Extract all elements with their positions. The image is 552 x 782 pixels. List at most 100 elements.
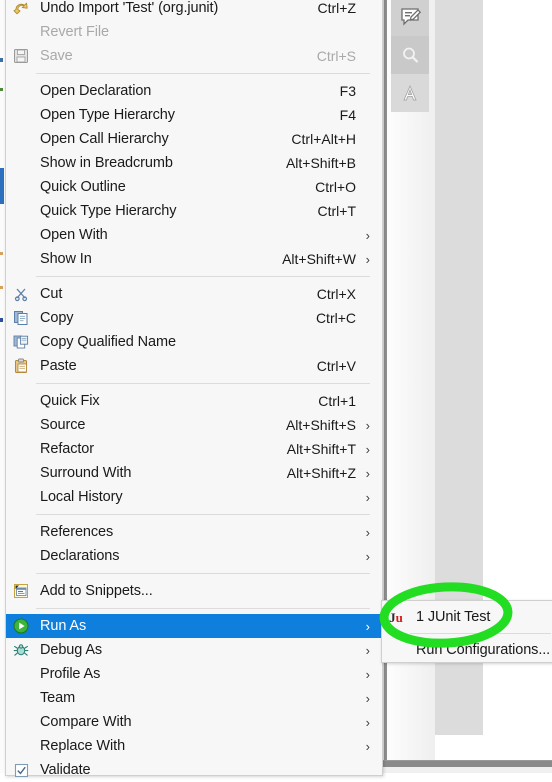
menu-item-label: Source (40, 417, 86, 433)
no-icon (6, 437, 36, 461)
no-icon (382, 638, 410, 662)
menu-item-label: Show In (40, 251, 92, 267)
menu-item-accelerator: Ctrl+X (316, 286, 356, 302)
menu-item-source[interactable]: Source Alt+Shift+S › (6, 413, 382, 437)
menu-separator (36, 73, 370, 74)
menu-item-label: Cut (40, 286, 63, 302)
menu-item-label: References (40, 524, 114, 540)
menu-separator (36, 276, 370, 277)
menu-item-copy[interactable]: CopyCtrl+C› (6, 306, 382, 330)
run-as-submenu[interactable]: Ju1 JUnit Test› Run Configurations...› (381, 600, 552, 663)
menu-item-label: Add to Snippets... (40, 583, 153, 599)
debug-bug-icon (6, 638, 36, 662)
menu-item-undo-import-test-org-junit[interactable]: Undo Import 'Test' (org.junit)Ctrl+Z› (6, 0, 382, 20)
menu-item-label: Quick Fix (40, 393, 100, 409)
menu-item-save: SaveCtrl+S› (6, 44, 382, 68)
menu-item-label: Show in Breadcrumb (40, 155, 173, 171)
menu-item-label: Copy (40, 310, 74, 326)
menu-item-compare-with[interactable]: Compare With › (6, 710, 382, 734)
menu-item-open-type-hierarchy[interactable]: Open Type HierarchyF4› (6, 103, 382, 127)
menu-item-replace-with[interactable]: Replace With › (6, 734, 382, 758)
menu-item-accelerator: F3 (339, 83, 356, 99)
menu-item-validate[interactable]: Validate› (6, 758, 382, 782)
menu-item-accelerator: Ctrl+Z (317, 0, 357, 16)
no-icon (6, 520, 36, 544)
chevron-right-icon: › (365, 465, 370, 481)
menu-item-profile-as[interactable]: Profile As › (6, 662, 382, 686)
menu-item-label: Quick Type Hierarchy (40, 203, 177, 219)
no-icon (6, 175, 36, 199)
menu-item-revert-file: Revert File› (6, 20, 382, 44)
menu-item-accelerator: Ctrl+V (316, 358, 356, 374)
menu-item-label: Debug As (40, 642, 103, 658)
menu-item-add-to-snippets[interactable]: Add to Snippets...› (6, 579, 382, 603)
editor-annotation-tick (0, 318, 3, 322)
no-icon (6, 247, 36, 271)
menu-item-accelerator: F4 (339, 107, 356, 123)
annotate-tool-button[interactable] (391, 0, 429, 36)
editor-annotation-tick (0, 58, 3, 62)
no-icon (6, 485, 36, 509)
chevron-right-icon: › (365, 642, 370, 658)
menu-item-accelerator: Alt+Shift+W (282, 251, 356, 267)
menu-item-label: Validate (40, 762, 91, 778)
menu-item-label: Local History (40, 489, 123, 505)
no-icon (6, 461, 36, 485)
menu-item-local-history[interactable]: Local History › (6, 485, 382, 509)
menu-separator (36, 608, 370, 609)
menu-item-accelerator: Alt+Shift+T (286, 441, 356, 457)
menu-item-declarations[interactable]: Declarations › (6, 544, 382, 568)
menu-item-open-call-hierarchy[interactable]: Open Call HierarchyCtrl+Alt+H› (6, 127, 382, 151)
chevron-right-icon: › (365, 417, 370, 433)
menu-item-label: Quick Outline (40, 179, 126, 195)
menu-item-paste[interactable]: PasteCtrl+V› (6, 354, 382, 378)
text-tool-button[interactable] (391, 74, 429, 112)
menu-item-label: Undo Import 'Test' (org.junit) (40, 0, 219, 16)
text-a-icon (399, 82, 421, 104)
undo-arrow-icon (6, 0, 36, 20)
menu-item-label: Surround With (40, 465, 132, 481)
menu-item-debug-as[interactable]: Debug As › (6, 638, 382, 662)
snippets-icon (6, 579, 36, 603)
chevron-right-icon: › (365, 548, 370, 564)
editor-annotation-tick (0, 286, 3, 289)
no-icon (6, 734, 36, 758)
editor-annotation-tick (0, 252, 3, 255)
menu-item-quick-fix[interactable]: Quick FixCtrl+1› (6, 389, 382, 413)
chevron-right-icon: › (365, 690, 370, 706)
menu-item-quick-type-hierarchy[interactable]: Quick Type HierarchyCtrl+T› (6, 199, 382, 223)
menu-item-quick-outline[interactable]: Quick OutlineCtrl+O› (6, 175, 382, 199)
menu-item-open-declaration[interactable]: Open DeclarationF3› (6, 79, 382, 103)
editor-selection-marker (0, 168, 4, 204)
menu-item-show-in-breadcrumb[interactable]: Show in BreadcrumbAlt+Shift+B› (6, 151, 382, 175)
menu-item-references[interactable]: References › (6, 520, 382, 544)
menu-item-cut[interactable]: CutCtrl+X› (6, 282, 382, 306)
context-menu[interactable]: Undo Import 'Test' (org.junit) Ctrl+Z › Rev… (5, 0, 383, 778)
menu-item-show-in[interactable]: Show In Alt+Shift+W › (6, 247, 382, 271)
no-icon (6, 710, 36, 734)
menu-item-surround-with[interactable]: Surround With Alt+Shift+Z › (6, 461, 382, 485)
menu-item-team[interactable]: Team › (6, 686, 382, 710)
chevron-right-icon: › (365, 441, 370, 457)
menu-item-1-junit-test[interactable]: Ju1 JUnit Test› (382, 604, 552, 630)
menu-item-accelerator: Ctrl+O (315, 179, 356, 195)
no-icon (6, 199, 36, 223)
no-icon (6, 151, 36, 175)
menu-item-label: Paste (40, 358, 77, 374)
menu-item-open-with[interactable]: Open With › (6, 223, 382, 247)
menu-item-label: Copy Qualified Name (40, 334, 176, 350)
menu-item-accelerator: Ctrl+1 (318, 393, 356, 409)
search-tool-button[interactable] (391, 36, 429, 74)
menu-item-label: Replace With (40, 738, 126, 754)
menu-item-label: Declarations (40, 548, 120, 564)
menu-separator (36, 383, 370, 384)
menu-item-run-configurations[interactable]: Run Configurations...› (382, 637, 552, 662)
no-icon (6, 223, 36, 247)
save-disk-icon (6, 44, 36, 68)
scissors-icon (6, 282, 36, 306)
chevron-right-icon: › (365, 666, 370, 682)
no-icon (6, 20, 36, 44)
menu-item-run-as[interactable]: Run As › (6, 614, 382, 638)
menu-item-copy-qualified-name[interactable]: Copy Qualified Name› (6, 330, 382, 354)
menu-item-refactor[interactable]: Refactor Alt+Shift+T › (6, 437, 382, 461)
